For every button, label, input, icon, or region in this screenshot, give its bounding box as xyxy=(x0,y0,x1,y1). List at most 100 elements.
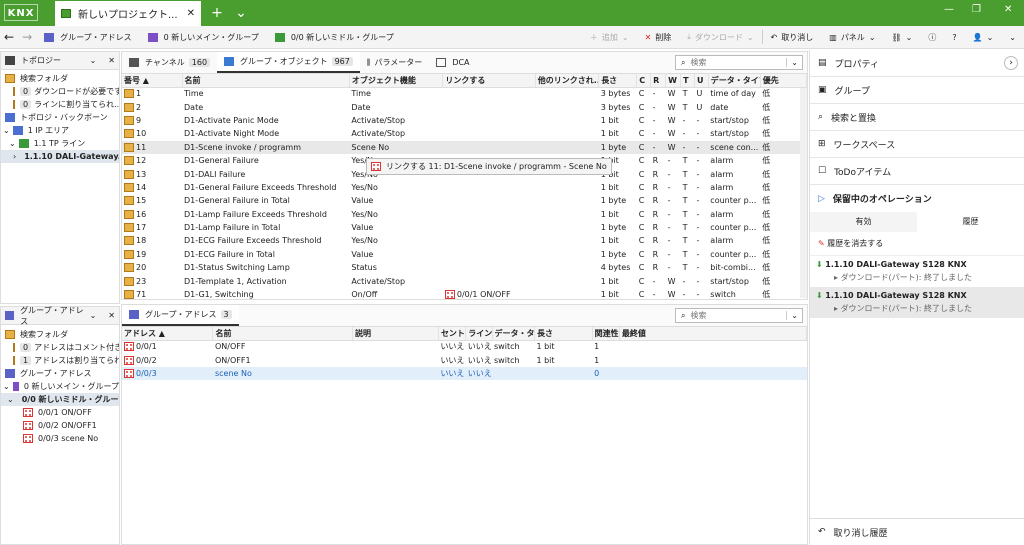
chevron-down-icon[interactable]: ⌄ xyxy=(7,395,14,404)
column-header[interactable]: 他のリンクされ... xyxy=(535,74,600,88)
column-header[interactable]: オブジェクト機能 xyxy=(349,74,444,88)
tree-search-folder[interactable]: 検索フォルダ xyxy=(1,72,119,85)
group-item[interactable]: ▣ グループ xyxy=(810,77,1024,104)
column-header[interactable]: 説明 xyxy=(352,327,439,341)
user-button[interactable]: 👤 ⌄ xyxy=(965,26,1002,48)
history-entry[interactable]: ⬇ 1.1.10 DALI-Gateway S128 KNX ▸ ダウンロード(パ… xyxy=(810,256,1024,287)
column-header[interactable]: R xyxy=(650,74,667,88)
tab-history[interactable]: 履歴 xyxy=(917,212,1024,232)
close-button[interactable]: ✕ xyxy=(1004,4,1012,15)
download-button[interactable]: ⤓ ダウンロード ⌄ xyxy=(679,26,761,48)
tab-menu-button[interactable]: ⌄ xyxy=(230,1,252,26)
column-header[interactable]: 優先 xyxy=(760,74,807,88)
chevron-down-icon[interactable]: ⌄ xyxy=(786,311,802,320)
collapse-icon[interactable]: › xyxy=(1004,56,1018,70)
tree-main-group[interactable]: ⌄ 0 新しいメイン・グループ xyxy=(1,380,119,393)
chevron-right-icon[interactable]: › xyxy=(13,152,16,161)
column-header[interactable]: 長さ xyxy=(534,327,593,341)
tab-group-addresses[interactable]: グループ・アドレス 3 xyxy=(122,305,239,326)
panel-button[interactable]: ▥ パネル ⌄ xyxy=(821,26,883,48)
tab-active[interactable]: 有効 xyxy=(810,212,917,232)
search-replace-item[interactable]: ⌕ 検索と置換 xyxy=(810,104,1024,131)
breadcrumb-middle-group[interactable]: 0/0 新しいミドル・グループ xyxy=(267,26,402,48)
table-row[interactable]: 9 D1-Activate Panic Mode Activate/Stop 1 bi… xyxy=(122,114,807,127)
search-input[interactable] xyxy=(690,311,787,320)
close-tab-icon[interactable]: ✕ xyxy=(187,8,195,19)
column-header[interactable]: 関連性 xyxy=(592,327,620,341)
column-header[interactable]: 名前 xyxy=(182,74,350,88)
minimize-button[interactable]: — xyxy=(944,4,954,15)
table-row[interactable]: 0/0/3 scene No いいえ いいえ 0 xyxy=(122,366,807,381)
pending-operations-item[interactable]: ▷ 保留中のオペレーション xyxy=(810,185,1024,212)
object-search[interactable]: ⌕⌄ xyxy=(675,55,803,70)
tree-unassigned-addr[interactable]: 1アドレスは割り当てられ... xyxy=(1,354,119,367)
breadcrumb-main-group[interactable]: 0 新しいメイン・グループ xyxy=(140,26,267,48)
table-row[interactable]: 15 D1-General Failure in Total Value 1 byte… xyxy=(122,194,807,207)
table-row[interactable]: 19 D1-ECG Failure in Total Value 1 byte C R - T… xyxy=(122,248,807,261)
dropdown-icon[interactable]: ⌄ xyxy=(90,56,97,65)
table-row[interactable]: 1 Time Time 3 bytes C - W T Utime of day 低 xyxy=(122,87,807,100)
column-header[interactable]: リンクする xyxy=(442,74,536,88)
table-row[interactable]: 10 D1-Activate Night Mode Activate/Stop 1 b… xyxy=(122,127,807,140)
tree-download-needed[interactable]: 0 ダウンロードが必要です xyxy=(1,85,119,98)
column-header[interactable]: 番号 ▲ xyxy=(122,74,183,88)
chevron-down-icon[interactable]: ⌄ xyxy=(3,126,10,135)
table-row[interactable]: 18 D1-ECG Failure Exceeds Threshold Yes/No… xyxy=(122,234,807,247)
column-header[interactable]: アドレス ▲ xyxy=(122,327,214,341)
table-row[interactable]: 20 D1-Status Switching Lamp Status 4 bytes C… xyxy=(122,261,807,274)
tree-ip-area[interactable]: ⌄ 1 IP エリア xyxy=(1,124,119,137)
chevron-down-icon[interactable]: ⌄ xyxy=(9,139,16,148)
add-tab-button[interactable]: + xyxy=(206,1,228,26)
tree-addr-2[interactable]: 0/0/2 ON/OFF1 xyxy=(1,419,119,432)
workspace-item[interactable]: ⊞ ワークスペース xyxy=(810,131,1024,158)
tree-tp-line[interactable]: ⌄ 1.1 TP ライン xyxy=(1,137,119,150)
vertical-scrollbar[interactable] xyxy=(800,88,807,298)
tree-addr-1[interactable]: 0/0/1 ON/OFF xyxy=(1,406,119,419)
breadcrumb-group-addresses[interactable]: グループ・アドレス xyxy=(36,26,140,48)
more-button[interactable]: ⌄ xyxy=(1001,26,1024,48)
column-header[interactable]: W xyxy=(665,74,682,88)
dropdown-icon[interactable]: ⌄ xyxy=(90,311,97,320)
maximize-button[interactable]: ❐ xyxy=(972,4,981,15)
tree-commented[interactable]: 0アドレスはコメント付き... xyxy=(1,341,119,354)
table-row[interactable]: 71 D1-G1, Switching On/Off 0/0/1 ON/OFF 1 bi… xyxy=(122,288,807,299)
table-row[interactable]: 16 D1-Lamp Failure Exceeds Threshold Yes/N… xyxy=(122,208,807,221)
column-header[interactable]: ライン・ xyxy=(465,327,493,341)
todo-item[interactable]: ☐ ToDoアイテム xyxy=(810,158,1024,185)
column-header[interactable]: C xyxy=(636,74,652,88)
history-entry[interactable]: ⬇ 1.1.10 DALI-Gateway S128 KNX ▸ ダウンロード(パ… xyxy=(810,287,1024,318)
tab-parameters[interactable]: ⫼ パラメーター xyxy=(360,52,429,73)
undo-button[interactable]: ↶ 取り消し xyxy=(763,26,822,48)
column-header[interactable]: 最終値 xyxy=(619,327,807,341)
close-panel-icon[interactable]: ✕ xyxy=(108,311,115,320)
address-search[interactable]: ⌕⌄ xyxy=(675,308,803,323)
clear-history-button[interactable]: ✎ 履歴を消去する xyxy=(810,232,1024,256)
add-button[interactable]: ＋追加 ⌄ xyxy=(582,26,637,48)
search-input[interactable] xyxy=(690,58,787,67)
tree-device[interactable]: › 1.1.10 DALI-Gateway... xyxy=(1,150,119,163)
close-panel-icon[interactable]: ✕ xyxy=(108,56,115,65)
column-header[interactable]: セントラ xyxy=(438,327,467,341)
column-header[interactable]: 長さ xyxy=(598,74,638,88)
tab-group-objects[interactable]: グループ・オブジェクト 967 xyxy=(217,52,360,73)
table-row[interactable]: 0/0/1 ON/OFF いいえ いいえ switch 1 bit 1 xyxy=(122,340,807,353)
help-button[interactable]: ? xyxy=(944,26,964,48)
tab-channels[interactable]: チャンネル 160 xyxy=(122,52,217,73)
table-row[interactable]: 17 D1-Lamp Failure in Total Value 1 byte C R -… xyxy=(122,221,807,234)
forward-button[interactable]: → xyxy=(18,26,36,48)
column-header[interactable]: T xyxy=(680,74,695,88)
tree-unassigned[interactable]: 0 ラインに割り当てられ... xyxy=(1,98,119,111)
tree-search-folder[interactable]: 検索フォルダ xyxy=(1,328,119,341)
undo-history-item[interactable]: ↶ 取り消し履歴 xyxy=(810,518,1024,545)
tree-middle-group[interactable]: ⌄ 0/0 新しいミドル・グループ xyxy=(1,393,119,406)
tab-dca[interactable]: DCA xyxy=(429,52,476,73)
table-row[interactable]: 0/0/2 ON/OFF1 いいえ いいえ switch 1 bit 1 xyxy=(122,353,807,366)
table-row[interactable]: 14 D1-General Failure Exceeds Threshold Ye… xyxy=(122,181,807,194)
column-header[interactable]: 名前 xyxy=(212,327,353,341)
table-row[interactable]: 23 D1-Template 1, Activation Activate/Stop… xyxy=(122,274,807,287)
table-row[interactable]: 2 Date Date 3 bytes C - W T Udate 低 xyxy=(122,100,807,113)
tree-addr-3[interactable]: 0/0/3 scene No xyxy=(1,432,119,445)
tree-backbone[interactable]: トポロジ・バックボーン xyxy=(1,111,119,124)
chevron-down-icon[interactable]: ⌄ xyxy=(3,382,10,391)
project-tab[interactable]: 新しいプロジェクト... ✕ xyxy=(55,1,201,26)
